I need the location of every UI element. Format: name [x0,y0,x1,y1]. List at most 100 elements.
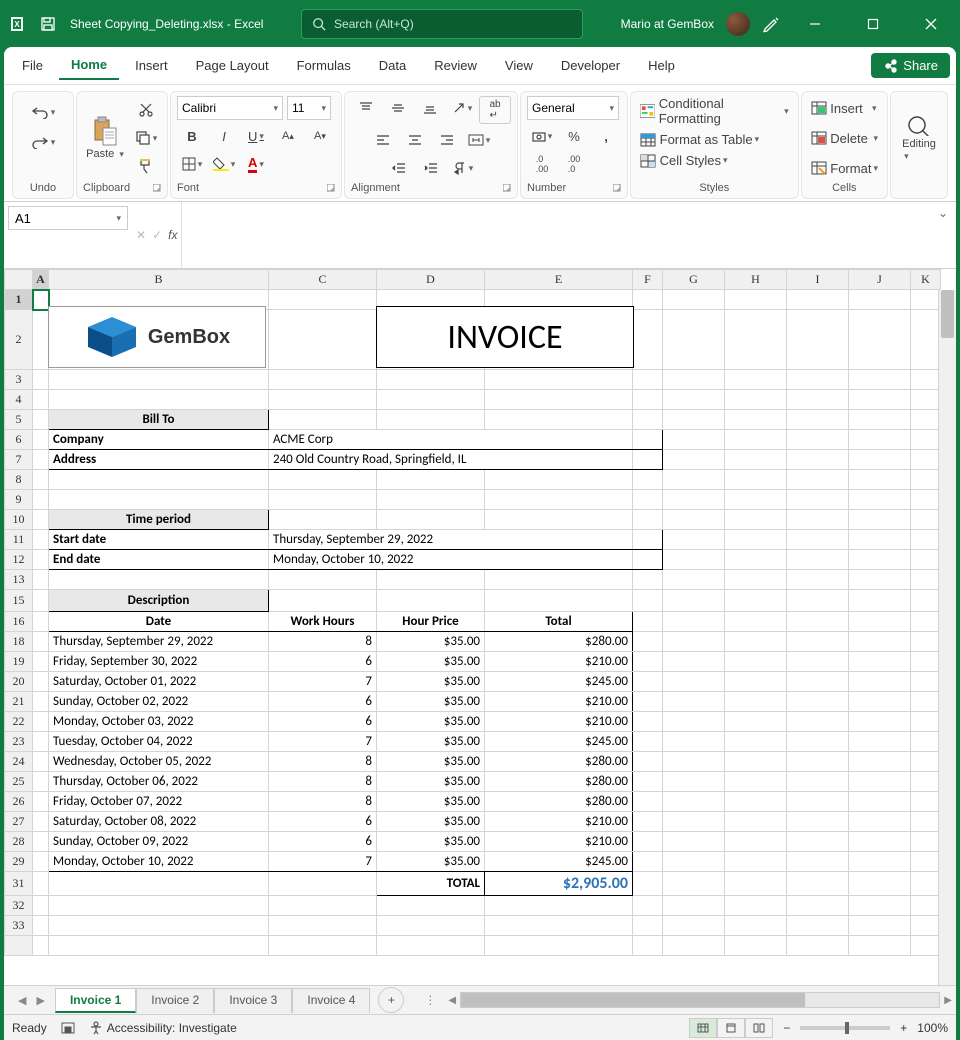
cell[interactable] [849,692,911,712]
cell[interactable] [911,510,941,530]
cell[interactable] [911,652,941,672]
cell[interactable] [725,896,787,916]
cell[interactable] [787,916,849,936]
row-header-28[interactable]: 28 [5,832,33,852]
menu-developer[interactable]: Developer [549,52,632,79]
cell[interactable] [911,692,941,712]
cell-total[interactable]: $2,905.00 [485,872,633,896]
cell[interactable]: $280.00 [485,752,633,772]
cell[interactable] [849,612,911,632]
cell[interactable] [911,410,941,430]
cell-A1[interactable] [33,290,49,310]
align-center-button[interactable] [400,128,430,152]
cell[interactable] [663,550,725,570]
cell[interactable] [269,290,377,310]
cell[interactable] [849,310,911,370]
vertical-scrollbar[interactable] [938,290,956,985]
cell[interactable]: $280.00 [485,632,633,652]
cell[interactable] [269,470,377,490]
cell[interactable] [633,852,663,872]
horizontal-scrollbar[interactable]: ◀ ▶ [448,992,952,1008]
menu-help[interactable]: Help [636,52,687,79]
cell[interactable] [49,916,269,936]
maximize-button[interactable] [850,8,896,40]
cell[interactable] [725,652,787,672]
cell[interactable] [49,390,269,410]
add-sheet-button[interactable]: + [378,987,404,1013]
cell[interactable]: $210.00 [485,652,633,672]
cell[interactable] [849,632,911,652]
cell[interactable] [787,896,849,916]
cell[interactable] [663,310,725,370]
cell[interactable] [849,936,911,956]
cell[interactable]: 240 Old Country Road, Springfield, IL [269,450,633,470]
cell[interactable]: $35.00 [377,832,485,852]
cell[interactable] [33,692,49,712]
col-header-G[interactable]: G [663,270,725,290]
col-header-I[interactable]: I [787,270,849,290]
cell[interactable] [377,370,485,390]
row-header-21[interactable]: 21 [5,692,33,712]
cell[interactable] [33,936,49,956]
cell[interactable] [633,872,663,896]
cell[interactable] [633,812,663,832]
cell[interactable] [663,936,725,956]
zoom-in-button[interactable]: + [900,1021,907,1035]
view-page-break-button[interactable] [745,1018,773,1038]
row-header-4[interactable]: 4 [5,390,33,410]
cell[interactable] [663,450,725,470]
cell[interactable] [725,692,787,712]
cell[interactable]: $210.00 [485,832,633,852]
cell[interactable] [911,550,941,570]
cell[interactable] [633,732,663,752]
cell[interactable] [787,370,849,390]
cell[interactable] [33,430,49,450]
cell[interactable]: $35.00 [377,692,485,712]
cell[interactable] [849,672,911,692]
cell[interactable] [787,430,849,450]
cell[interactable] [725,852,787,872]
cell[interactable] [725,390,787,410]
cell[interactable] [663,410,725,430]
cell[interactable]: 6 [269,712,377,732]
cell[interactable] [633,896,663,916]
cell[interactable] [911,792,941,812]
cell[interactable] [849,570,911,590]
cell[interactable] [269,410,377,430]
format-cells-button[interactable]: Format▾ [808,156,881,180]
cell[interactable]: Thursday, September 29, 2022 [49,632,269,652]
cell[interactable]: Thursday, September 29, 2022 [269,530,633,550]
cell[interactable] [911,590,941,612]
cell[interactable] [663,792,725,812]
cell[interactable]: Bill To [49,410,269,430]
cell[interactable] [663,652,725,672]
cell[interactable] [725,510,787,530]
name-box[interactable]: A1▾ [8,206,128,230]
editing-button[interactable]: Editing▾ [897,114,941,162]
orientation-button[interactable]: ▾ [447,96,477,120]
cell[interactable] [663,916,725,936]
cell[interactable] [849,590,911,612]
cell[interactable] [787,632,849,652]
cell[interactable]: 6 [269,812,377,832]
cell[interactable] [269,310,377,370]
cell[interactable] [725,936,787,956]
cell[interactable] [377,896,485,916]
cell[interactable]: $210.00 [485,692,633,712]
cell[interactable] [787,550,849,570]
cell[interactable]: $210.00 [485,712,633,732]
cell[interactable] [49,470,269,490]
cell[interactable]: Company [49,430,269,450]
cell[interactable] [911,712,941,732]
cell[interactable]: $35.00 [377,632,485,652]
col-header-F[interactable]: F [633,270,663,290]
cell[interactable] [33,792,49,812]
cell[interactable] [849,430,911,450]
avatar[interactable] [726,12,750,36]
cell[interactable] [725,916,787,936]
cell[interactable] [633,692,663,712]
cell[interactable] [633,310,663,370]
cell[interactable] [725,470,787,490]
cell[interactable] [33,490,49,510]
cell[interactable] [633,590,663,612]
